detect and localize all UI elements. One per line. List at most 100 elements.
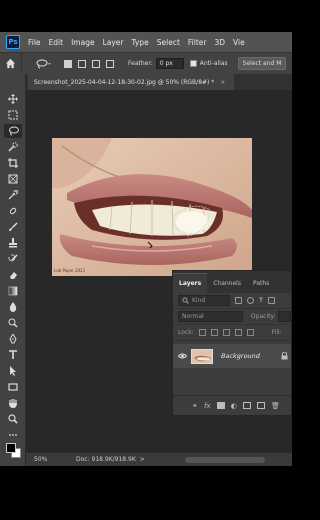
type-filter-icon[interactable]: T (259, 297, 263, 304)
add-selection-icon[interactable] (78, 59, 86, 68)
menu-select[interactable]: Select (153, 38, 184, 47)
menu-file[interactable]: File (24, 38, 45, 47)
rectangle-tool-icon[interactable] (4, 380, 22, 394)
hand-tool-icon[interactable] (4, 396, 22, 410)
feather-label: Feather: (128, 60, 153, 67)
menu-image[interactable]: Image (67, 38, 99, 47)
eraser-tool-icon[interactable] (4, 268, 22, 282)
layer-kind-filter[interactable]: Kind (178, 295, 230, 306)
pixel-filter-icon[interactable] (235, 297, 242, 304)
group-folder-icon[interactable] (242, 402, 251, 409)
dodge-tool-icon[interactable] (4, 316, 22, 330)
lasso-tool-icon[interactable] (4, 124, 22, 138)
photo-watermark: Lab Paper 2021 (54, 268, 86, 273)
menu-view[interactable]: Vie (229, 38, 249, 47)
subtract-selection-icon[interactable] (92, 59, 100, 68)
mouth-photo (52, 138, 252, 276)
menu-edit[interactable]: Edit (45, 38, 68, 47)
top-black-bar (0, 0, 292, 32)
kind-label: Kind (192, 297, 206, 304)
menu-bar: Ps File Edit Image Layer Type Select Fil… (0, 32, 292, 52)
eyedropper-icon[interactable] (4, 188, 22, 202)
menu-3d[interactable]: 3D (210, 38, 229, 47)
foreground-color-swatch[interactable] (6, 443, 16, 453)
layer-thumbnail (191, 348, 213, 364)
document-info: Doc: 918.9K/918.9K (76, 456, 136, 463)
tools-panel (0, 74, 26, 466)
move-tool-icon[interactable] (4, 92, 22, 106)
layers-panel-footer: ⚭ fx ◐ 🗑 (173, 395, 291, 415)
status-bar: 50% Doc: 918.9K/918.9K > (26, 452, 292, 466)
layers-panel: Layers Channels Paths Kind T Normal Opac… (172, 270, 292, 416)
lock-icon (281, 352, 288, 360)
marquee-tool-icon[interactable] (4, 108, 22, 122)
trash-icon[interactable]: 🗑 (271, 402, 280, 410)
adjustment-filter-icon[interactable] (247, 297, 254, 304)
bottom-black-bar (0, 466, 292, 520)
tab-layers[interactable]: Layers (173, 273, 208, 293)
crop-tool-icon[interactable] (4, 156, 22, 170)
menu-type[interactable]: Type (128, 38, 153, 47)
blur-tool-icon[interactable] (4, 300, 22, 314)
frame-tool-icon[interactable] (4, 172, 22, 186)
layer-name[interactable]: Background (221, 352, 260, 360)
tab-channels[interactable]: Channels (207, 273, 247, 293)
lock-all-icon[interactable] (246, 329, 254, 336)
image-canvas[interactable]: Lab Paper 2021 (52, 138, 252, 276)
gradient-tool-icon[interactable] (4, 284, 22, 298)
anti-alias-checkbox[interactable] (189, 60, 197, 67)
anti-alias-label: Anti-alias (199, 60, 228, 67)
fx-icon[interactable]: fx (204, 402, 211, 410)
panel-tabs: Layers Channels Paths (173, 271, 291, 293)
opacity-label: Opacity: (250, 313, 276, 320)
zoom-level[interactable]: 50% (34, 456, 56, 463)
brush-tool-icon[interactable] (4, 220, 22, 234)
photoshop-logo-icon[interactable]: Ps (6, 35, 20, 49)
lock-row: Lock: Fill: (173, 325, 291, 341)
blend-row: Normal Opacity: (173, 309, 291, 325)
fill-label: Fill: (271, 329, 282, 336)
options-bar: Feather: 0 px Anti-alias Select and M (0, 52, 292, 75)
type-tool-icon[interactable] (4, 348, 22, 362)
menu-filter[interactable]: Filter (184, 38, 211, 47)
layer-filter-row: Kind T (173, 293, 291, 309)
adjustment-layer-icon[interactable]: ◐ (231, 402, 237, 410)
menu-layer[interactable]: Layer (99, 38, 128, 47)
close-tab-icon[interactable]: × (220, 79, 225, 86)
layer-row[interactable]: Background (173, 344, 291, 368)
healing-brush-icon[interactable] (4, 204, 22, 218)
path-selection-icon[interactable] (4, 364, 22, 378)
shape-filter-icon[interactable] (268, 297, 276, 304)
search-icon (182, 297, 189, 304)
blend-mode-select[interactable]: Normal (178, 311, 243, 322)
color-swatches[interactable] (5, 442, 23, 460)
add-mask-icon[interactable] (216, 402, 225, 409)
status-expand-icon[interactable]: > (140, 456, 145, 463)
quick-selection-icon[interactable] (4, 140, 22, 154)
link-layers-icon[interactable]: ⚭ (192, 402, 198, 410)
document-tab-bar: Screenshot_2025-04-04-12-18-30-02.jpg @ … (26, 74, 292, 90)
new-selection-icon[interactable] (64, 59, 72, 68)
horizontal-scrollbar[interactable] (184, 456, 265, 463)
history-brush-icon[interactable] (4, 252, 22, 266)
opacity-input[interactable] (277, 311, 291, 322)
new-layer-icon[interactable] (256, 402, 265, 409)
clone-stamp-icon[interactable] (4, 236, 22, 250)
lock-pixels-icon[interactable] (198, 329, 206, 336)
zoom-tool-icon[interactable] (4, 412, 22, 426)
home-icon[interactable] (0, 52, 22, 75)
lock-position-icon[interactable] (222, 329, 230, 336)
tab-paths[interactable]: Paths (247, 273, 275, 293)
lock-label: Lock: (178, 329, 194, 336)
select-and-mask-button[interactable]: Select and M (237, 57, 287, 70)
more-tools-icon[interactable] (4, 428, 22, 442)
intersect-selection-icon[interactable] (106, 59, 114, 68)
lock-artboard-icon[interactable] (234, 329, 242, 336)
eye-icon[interactable] (173, 353, 191, 359)
pen-tool-icon[interactable] (4, 332, 22, 346)
lasso-preset-icon[interactable] (36, 59, 58, 69)
feather-input[interactable]: 0 px (155, 58, 184, 69)
document-tab[interactable]: Screenshot_2025-04-04-12-18-30-02.jpg @ … (28, 74, 234, 90)
document-tab-title: Screenshot_2025-04-04-12-18-30-02.jpg @ … (34, 78, 215, 86)
lock-image-icon[interactable] (210, 329, 218, 336)
